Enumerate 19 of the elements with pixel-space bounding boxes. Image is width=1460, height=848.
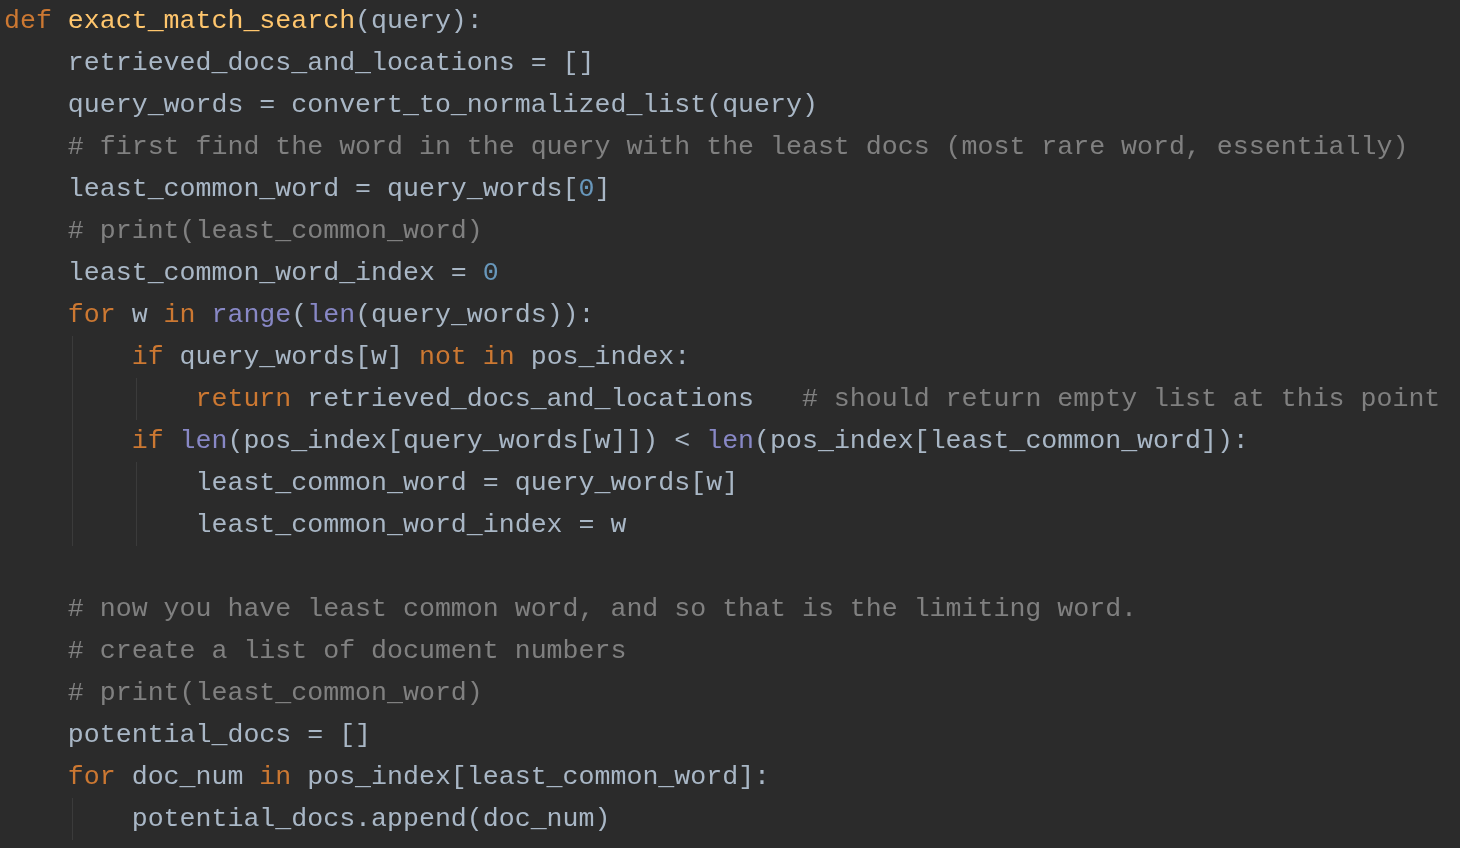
code-line: least_common_word = query_words[0] <box>66 173 611 206</box>
code-line: if query_words[w] not in pos_index: <box>130 341 691 374</box>
code-line: query_words = convert_to_normalized_list(query) <box>66 89 818 122</box>
code-line: for w in range(len(query_words)): <box>66 299 595 332</box>
code-line: # now you have least common word, and so that is the limiting word. <box>66 593 1138 626</box>
code-line: return retrieved_docs_and_locations # should return empty list at this point <box>194 383 1441 416</box>
code-line: least_common_word_index = 0 <box>66 257 499 290</box>
code-line: potential_docs = [] <box>66 719 372 752</box>
code-line: least_common_word_index = w <box>194 509 627 542</box>
code-line: # create a list of document numbers <box>66 635 627 668</box>
code-line: # print(least_common_word) <box>66 677 483 710</box>
code-line: for doc_num in pos_index[least_common_word]: <box>66 761 771 794</box>
code-line: if len(pos_index[query_words[w]]) < len(pos_index[least_common_word]): <box>130 425 1249 458</box>
code-line: potential_docs.append(doc_num) <box>130 803 611 836</box>
code-line: # first find the word in the query with the least docs (most rare word, essentially) <box>66 131 1409 164</box>
code-line: def exact_match_search(query): <box>4 5 483 38</box>
code-line: retrieved_docs_and_locations = [] <box>66 47 595 80</box>
code-line: # print(least_common_word) <box>66 215 483 248</box>
code-line: least_common_word = query_words[w] <box>194 467 739 500</box>
